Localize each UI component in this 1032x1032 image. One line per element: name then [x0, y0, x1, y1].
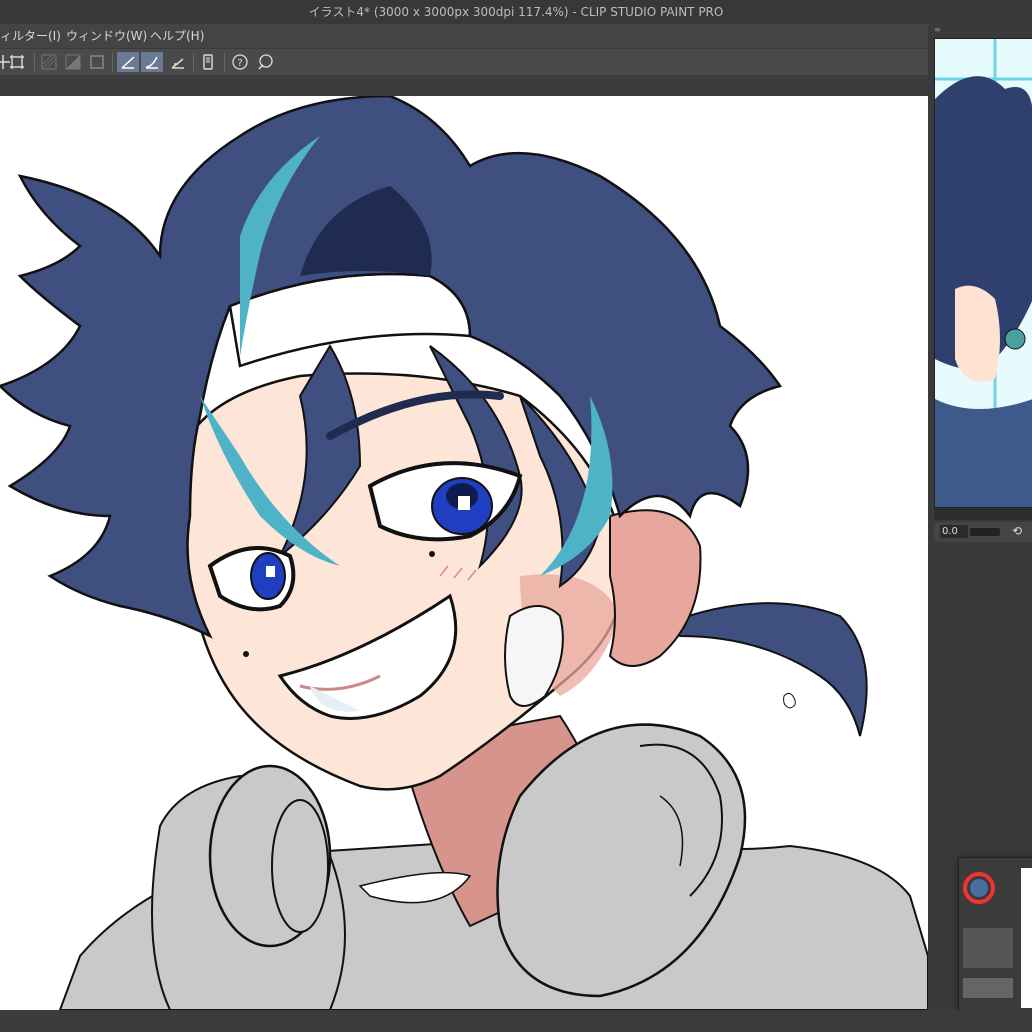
ruler-half-icon[interactable] [62, 52, 84, 72]
device-icon[interactable] [197, 52, 219, 72]
command-toolbar: ? [0, 48, 928, 75]
illustration [0, 96, 928, 1010]
zoom-slider[interactable] [970, 528, 1000, 536]
title-bar: イラスト4* (3000 x 3000px 300dpi 117.4%) - C… [0, 0, 1032, 24]
navigator-controls: 0.0 ⟲ [934, 522, 1032, 542]
zoom-value[interactable]: 0.0 [940, 525, 968, 538]
settings-icon[interactable] [254, 52, 276, 72]
navigator-thumbnail [935, 39, 1032, 507]
rotate-reset-icon[interactable]: ⟲ [1012, 524, 1026, 538]
navigator-panel: ≡ 0.0 ⟲ [928, 24, 1032, 542]
snap-ruler-icon[interactable] [117, 52, 139, 72]
menu-filter[interactable]: ィルター(I) [0, 24, 61, 48]
tool-property-bar [0, 75, 928, 96]
menu-bar: ィルター(I) ウィンドウ(W) ヘルプ(H) [0, 24, 928, 48]
menu-window[interactable]: ウィンドウ(W) [66, 24, 147, 48]
frame-icon[interactable] [86, 52, 108, 72]
snap-grid-icon[interactable] [167, 52, 189, 72]
color-wheel-thumbnail [959, 858, 1032, 1016]
menu-help[interactable]: ヘルプ(H) [150, 24, 204, 48]
help-icon[interactable]: ? [229, 52, 251, 72]
svg-text:?: ? [237, 58, 242, 69]
floating-color-panel[interactable] [958, 857, 1032, 1017]
navigator-scrollbar[interactable] [934, 508, 1032, 520]
panel-menu-icon[interactable]: ≡ [934, 26, 944, 34]
navigator-preview[interactable] [934, 38, 1032, 508]
snap-special-icon[interactable] [141, 52, 163, 72]
window-title: イラスト4* (3000 x 3000px 300dpi 117.4%) - C… [308, 5, 724, 19]
drawing-canvas[interactable] [0, 96, 928, 1010]
ruler-off-icon[interactable] [38, 52, 60, 72]
transform-icon[interactable] [6, 52, 28, 72]
status-bar [0, 1010, 1032, 1032]
